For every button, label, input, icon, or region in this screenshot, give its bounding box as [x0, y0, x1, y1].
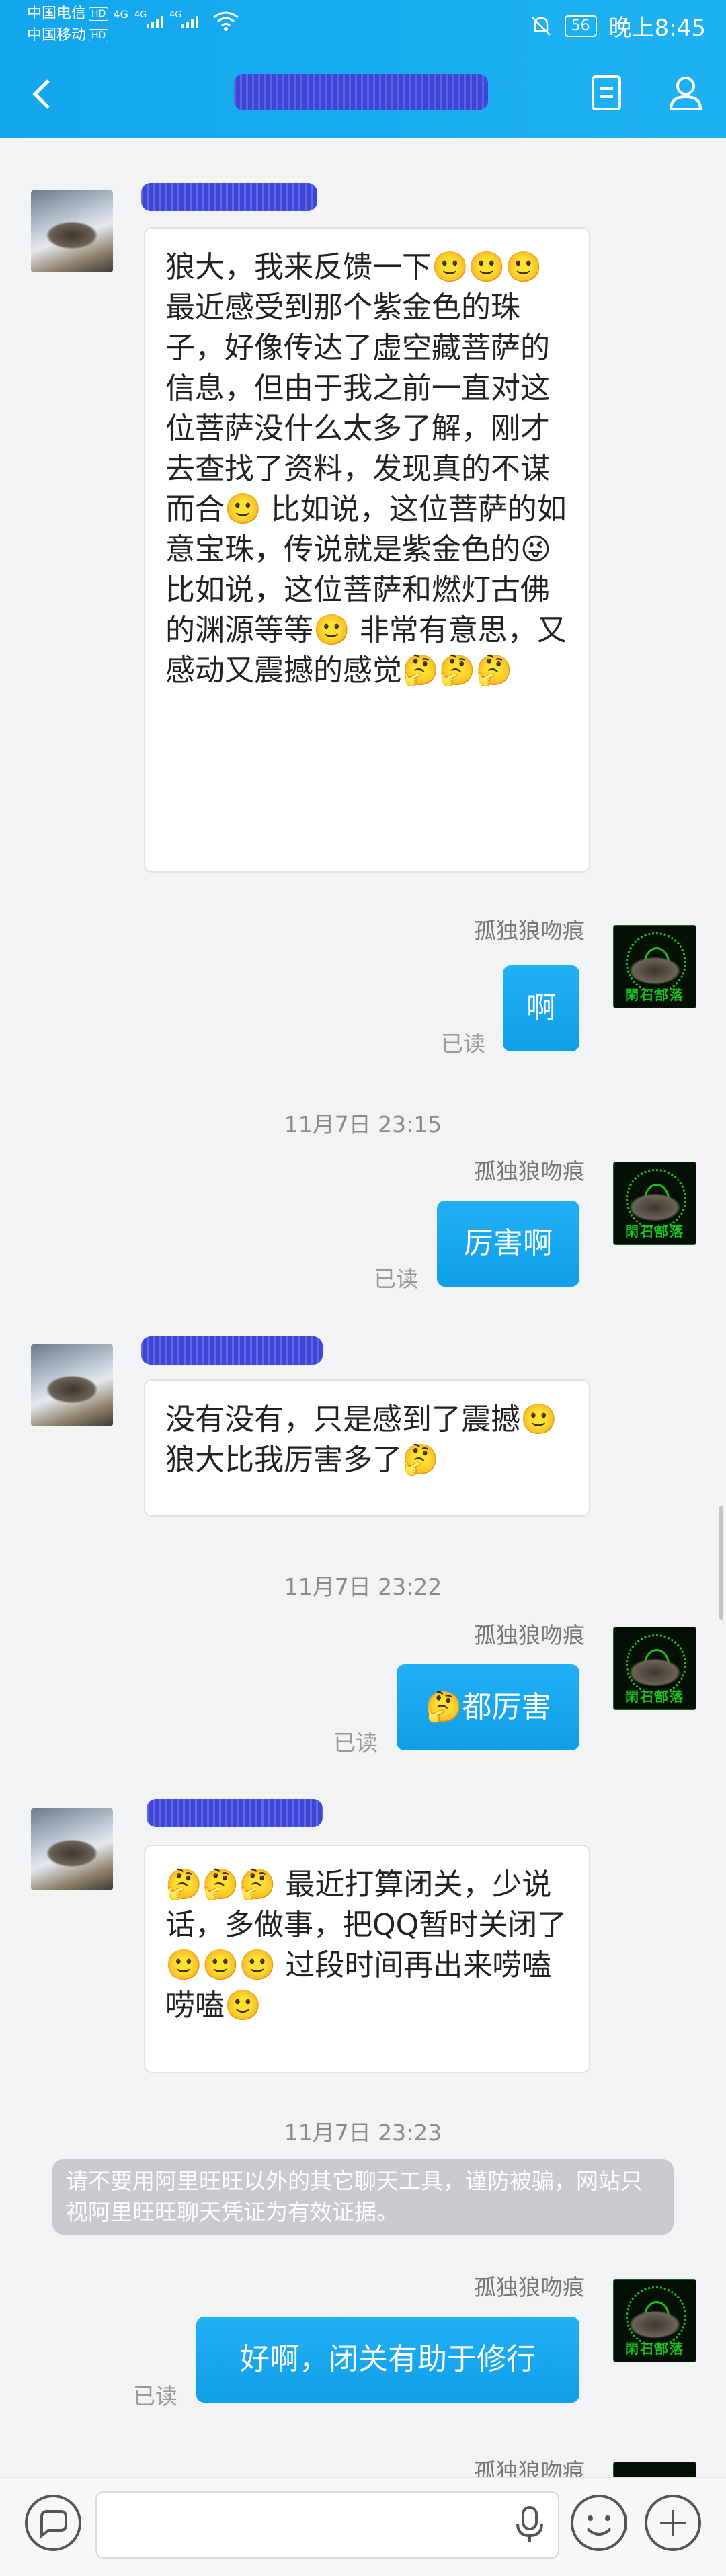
- signal-icon: 4G 4G: [134, 10, 198, 28]
- system-notice: 请不要用阿里旺旺以外的其它聊天工具，谨防被骗，网站只视阿里旺旺聊天凭证为有效证据…: [52, 2159, 674, 2235]
- message-bubble[interactable]: 🤔🤔🤔 最近打算闭关，少说话，多做事，把QQ暂时关闭了🙂🙂🙂 过段时间再出来唠嗑…: [144, 1845, 590, 2073]
- timestamp: 11月7日 23:22: [284, 1574, 442, 1600]
- avatar[interactable]: 閑石部落: [613, 925, 696, 1008]
- message-input[interactable]: [95, 2491, 559, 2559]
- battery-level: 56: [564, 15, 597, 37]
- read-receipt: 已读: [133, 2383, 177, 2409]
- message-bubble[interactable]: 狼大，我来反馈一下🙂🙂🙂 最近感受到那个紫金色的珠子，好像传达了虚空藏菩萨的信息…: [144, 227, 590, 873]
- app-header: 中国电信 HD 4G 中国移动 HD 4G 4G 56 晚上8:45: [0, 0, 726, 138]
- network-badge: 4G: [113, 8, 128, 21]
- avatar[interactable]: [613, 2462, 696, 2478]
- microphone-icon[interactable]: [515, 2505, 544, 2545]
- timestamp: 11月7日 23:15: [284, 1111, 442, 1137]
- carrier-1: 中国电信: [27, 5, 87, 22]
- message-bubble[interactable]: 好啊，闭关有助于修行: [196, 2317, 579, 2403]
- wifi-icon: [213, 11, 239, 31]
- plus-icon[interactable]: [643, 2493, 703, 2553]
- read-receipt: 已读: [333, 1730, 378, 1756]
- avatar-logo-text: 閑石部落: [625, 2341, 684, 2357]
- avatar[interactable]: 閑石部落: [613, 1627, 696, 1710]
- avatar[interactable]: 閑石部落: [613, 1162, 696, 1245]
- document-icon[interactable]: [586, 73, 627, 113]
- sender-name: 孤独狼吻痕: [474, 1158, 585, 1184]
- avatar[interactable]: [31, 1808, 113, 1890]
- chat-bubble-icon[interactable]: [23, 2493, 83, 2553]
- message-bubble[interactable]: 没有没有，只是感到了震撼🙂 狼大比我厉害多了🤔: [144, 1379, 590, 1517]
- back-arrow-icon[interactable]: [23, 74, 63, 114]
- input-bar: [0, 2477, 726, 2576]
- sender-name: 孤独狼吻痕: [474, 918, 585, 944]
- avatar[interactable]: 閑石部落: [613, 2279, 696, 2362]
- avatar[interactable]: [31, 1344, 113, 1426]
- person-icon[interactable]: [666, 73, 706, 113]
- read-receipt: 已读: [374, 1266, 418, 1292]
- carrier-2: 中国移动: [27, 27, 87, 44]
- hd-badge: HD: [89, 7, 109, 21]
- sender-name-redacted: [141, 183, 317, 211]
- smiley-icon[interactable]: [569, 2493, 629, 2553]
- contact-name-redacted: [234, 74, 488, 110]
- timestamp: 11月7日 23:23: [284, 2120, 442, 2146]
- read-receipt: 已读: [441, 1031, 485, 1057]
- hd-badge: HD: [89, 29, 109, 42]
- mute-bell-icon: [531, 16, 551, 36]
- sender-name: 孤独狼吻痕: [474, 2274, 585, 2300]
- avatar-logo-text: 閑石部落: [625, 1223, 684, 1240]
- svg-text:4G: 4G: [169, 10, 182, 20]
- message-bubble[interactable]: 厉害啊: [437, 1201, 579, 1287]
- svg-text:4G: 4G: [134, 10, 147, 20]
- sender-name-redacted: [147, 1799, 323, 1827]
- message-bubble[interactable]: 🤔都厉害: [397, 1664, 579, 1750]
- avatar[interactable]: [31, 190, 113, 272]
- scrollbar[interactable]: [719, 1506, 723, 1620]
- nav-bar: [0, 54, 726, 138]
- sender-name: 孤独狼吻痕: [474, 1622, 585, 1648]
- message-bubble[interactable]: 啊: [503, 965, 579, 1051]
- avatar-logo-text: 閑石部落: [625, 987, 684, 1003]
- sender-name-redacted: [141, 1336, 323, 1365]
- status-bar: 中国电信 HD 4G 中国移动 HD 4G 4G 56 晚上8:45: [0, 0, 726, 54]
- avatar-logo-text: 閑石部落: [625, 1689, 684, 1705]
- clock: 晚上8:45: [608, 15, 706, 42]
